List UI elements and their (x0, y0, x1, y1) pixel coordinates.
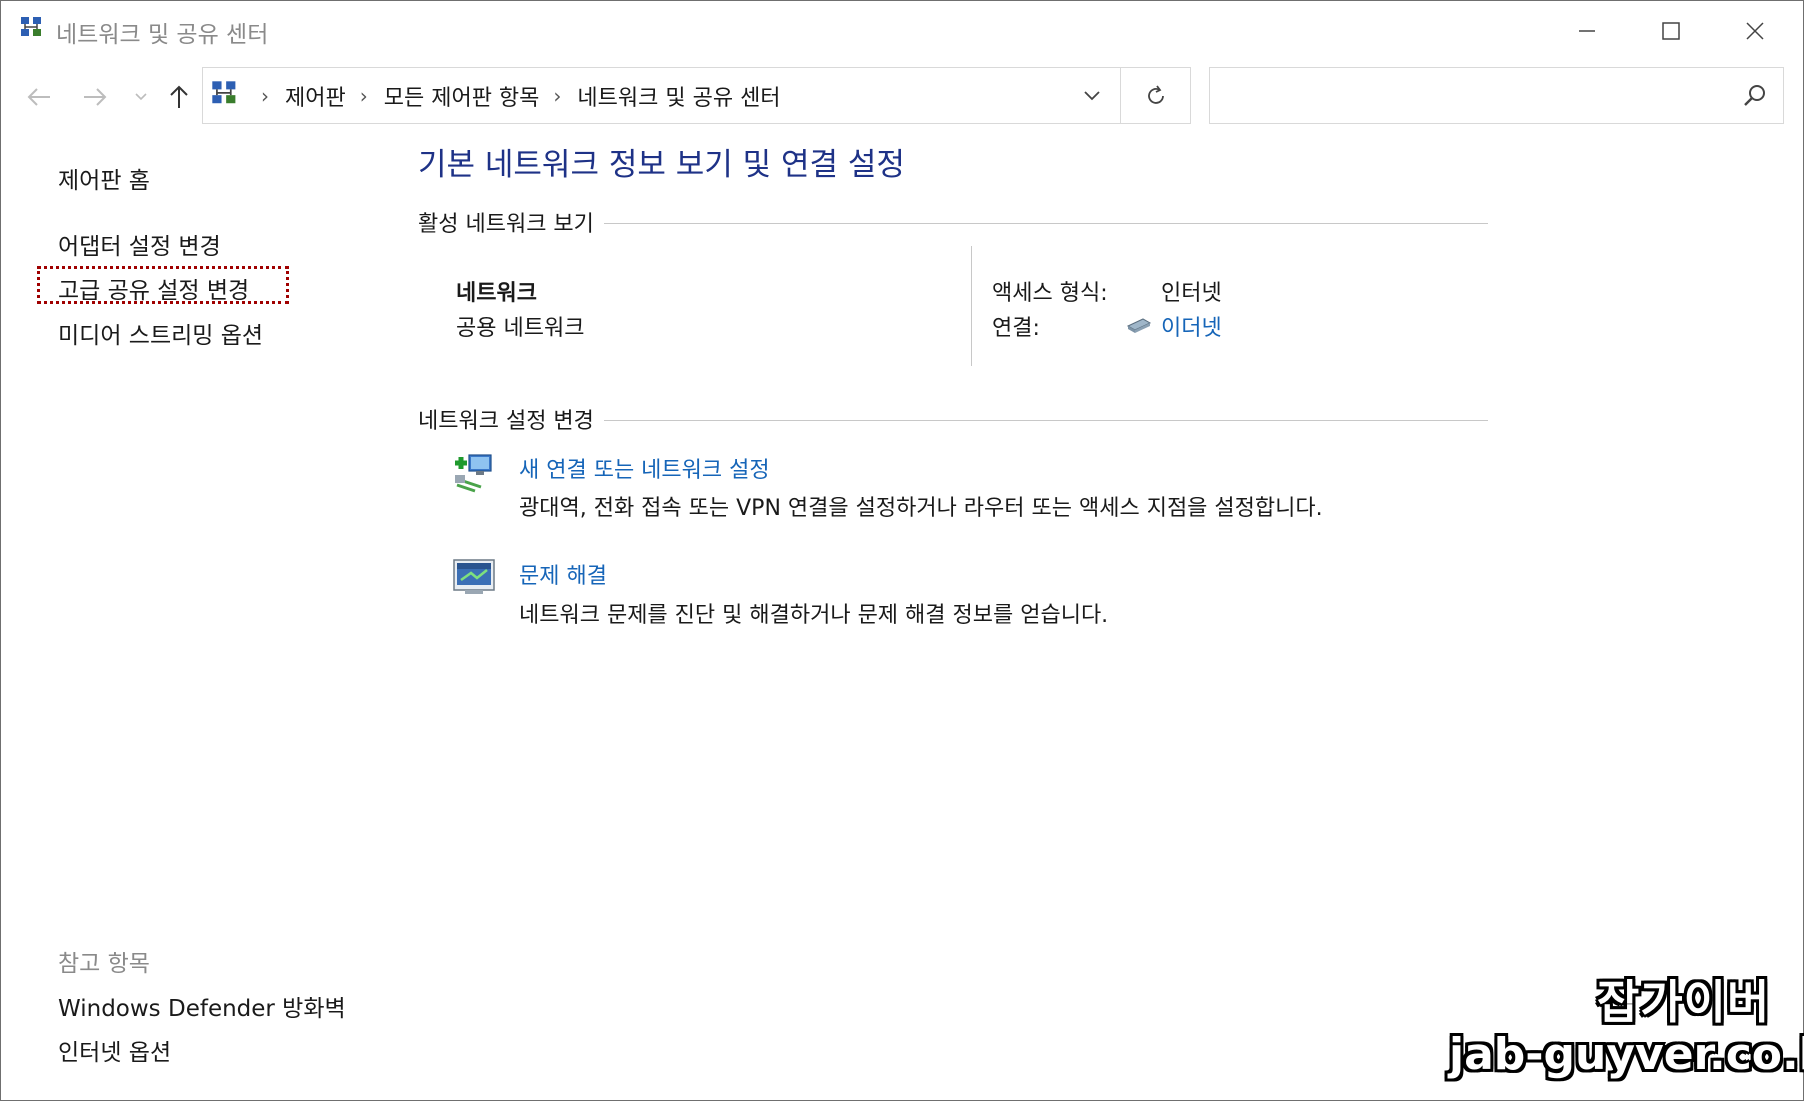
watermark-url: jab-guyver.co.kr (1449, 1029, 1804, 1080)
vertical-divider (971, 246, 972, 366)
control-panel-window: 네트워크 및 공유 센터 › 제어판 › 모든 제어판 항목 › 네트워크 및 … (0, 0, 1804, 1101)
breadcrumb-item-control-panel[interactable]: 제어판 (285, 80, 346, 112)
chevron-down-icon (1084, 91, 1100, 101)
minimize-icon (1579, 30, 1595, 32)
breadcrumb-item-all-control-panel-items[interactable]: 모든 제어판 항목 (384, 80, 540, 112)
maximize-icon (1662, 22, 1680, 40)
breadcrumb: › 제어판 › 모든 제어판 항목 › 네트워크 및 공유 센터 (247, 68, 781, 123)
breadcrumb-item-network-sharing-center[interactable]: 네트워크 및 공유 센터 (577, 80, 780, 112)
up-arrow-icon (170, 85, 188, 108)
network-sharing-center-icon (212, 81, 236, 104)
back-arrow-icon (27, 88, 50, 106)
maximize-button[interactable] (1631, 9, 1711, 53)
troubleshoot-problems-description: 네트워크 문제를 진단 및 해결하거나 문제 해결 정보를 얻습니다. (519, 603, 1109, 628)
title-bar: 네트워크 및 공유 센터 (1, 1, 1803, 59)
troubleshoot-problems-link[interactable]: 문제 해결 (519, 558, 607, 590)
access-type-value: 인터넷 (1161, 281, 1222, 306)
setup-new-connection-description: 광대역, 전화 접속 또는 VPN 연결을 설정하거나 라우터 또는 액세스 지… (519, 496, 1323, 521)
network-type: 공용 네트워크 (456, 316, 585, 341)
connection-label: 연결: (992, 316, 1040, 341)
sidebar-item-change-advanced-sharing-settings[interactable]: 고급 공유 설정 변경 (58, 271, 249, 305)
recent-locations-icon (135, 93, 147, 101)
back-button[interactable] (19, 77, 59, 117)
recent-locations-button[interactable] (123, 77, 159, 117)
see-also-internet-options[interactable]: 인터넷 옵션 (58, 1033, 171, 1067)
minimize-button[interactable] (1547, 9, 1627, 53)
close-button[interactable] (1715, 9, 1795, 53)
breadcrumb-chevron-icon[interactable]: › (553, 84, 561, 108)
network-name: 네트워크 (456, 281, 537, 306)
close-icon (1746, 22, 1764, 40)
setup-new-connection-link[interactable]: 새 연결 또는 네트워크 설정 (519, 452, 770, 484)
troubleshoot-icon (453, 559, 495, 594)
breadcrumb-chevron-icon[interactable]: › (261, 84, 269, 108)
forward-button[interactable] (75, 77, 115, 117)
sidebar-item-control-panel-home[interactable]: 제어판 홈 (58, 161, 150, 195)
search-input[interactable] (1220, 78, 1724, 114)
address-dropdown-button[interactable] (1074, 78, 1110, 114)
network-sharing-center-icon (21, 17, 41, 36)
watermark-name: 잡가이버 (1597, 975, 1771, 1029)
connection-link-ethernet[interactable]: 이더넷 (1161, 310, 1222, 342)
new-connection-icon (455, 454, 492, 493)
see-also-windows-defender-firewall[interactable]: Windows Defender 방화벽 (58, 989, 346, 1023)
refresh-button[interactable] (1120, 68, 1191, 123)
search-icon[interactable] (1742, 82, 1768, 108)
refresh-icon (1148, 84, 1164, 104)
ethernet-icon (1126, 318, 1152, 333)
up-button[interactable] (159, 77, 199, 117)
address-bar[interactable]: › 제어판 › 모든 제어판 항목 › 네트워크 및 공유 센터 (202, 67, 1191, 124)
see-also-heading: 참고 항목 (58, 951, 150, 977)
window-title: 네트워크 및 공유 센터 (56, 22, 269, 48)
change-settings-heading: 네트워크 설정 변경 (418, 403, 604, 435)
breadcrumb-chevron-icon[interactable]: › (360, 84, 368, 108)
page-title: 기본 네트워크 정보 보기 및 연결 설정 (418, 147, 905, 183)
sidebar-item-change-adapter-settings[interactable]: 어댑터 설정 변경 (58, 227, 221, 261)
active-networks-heading: 활성 네트워크 보기 (418, 206, 604, 238)
access-type-label: 액세스 형식: (992, 281, 1108, 306)
sidebar-item-media-streaming-options[interactable]: 미디어 스트리밍 옵션 (58, 316, 263, 350)
forward-arrow-icon (84, 88, 107, 106)
search-box[interactable] (1209, 67, 1784, 124)
